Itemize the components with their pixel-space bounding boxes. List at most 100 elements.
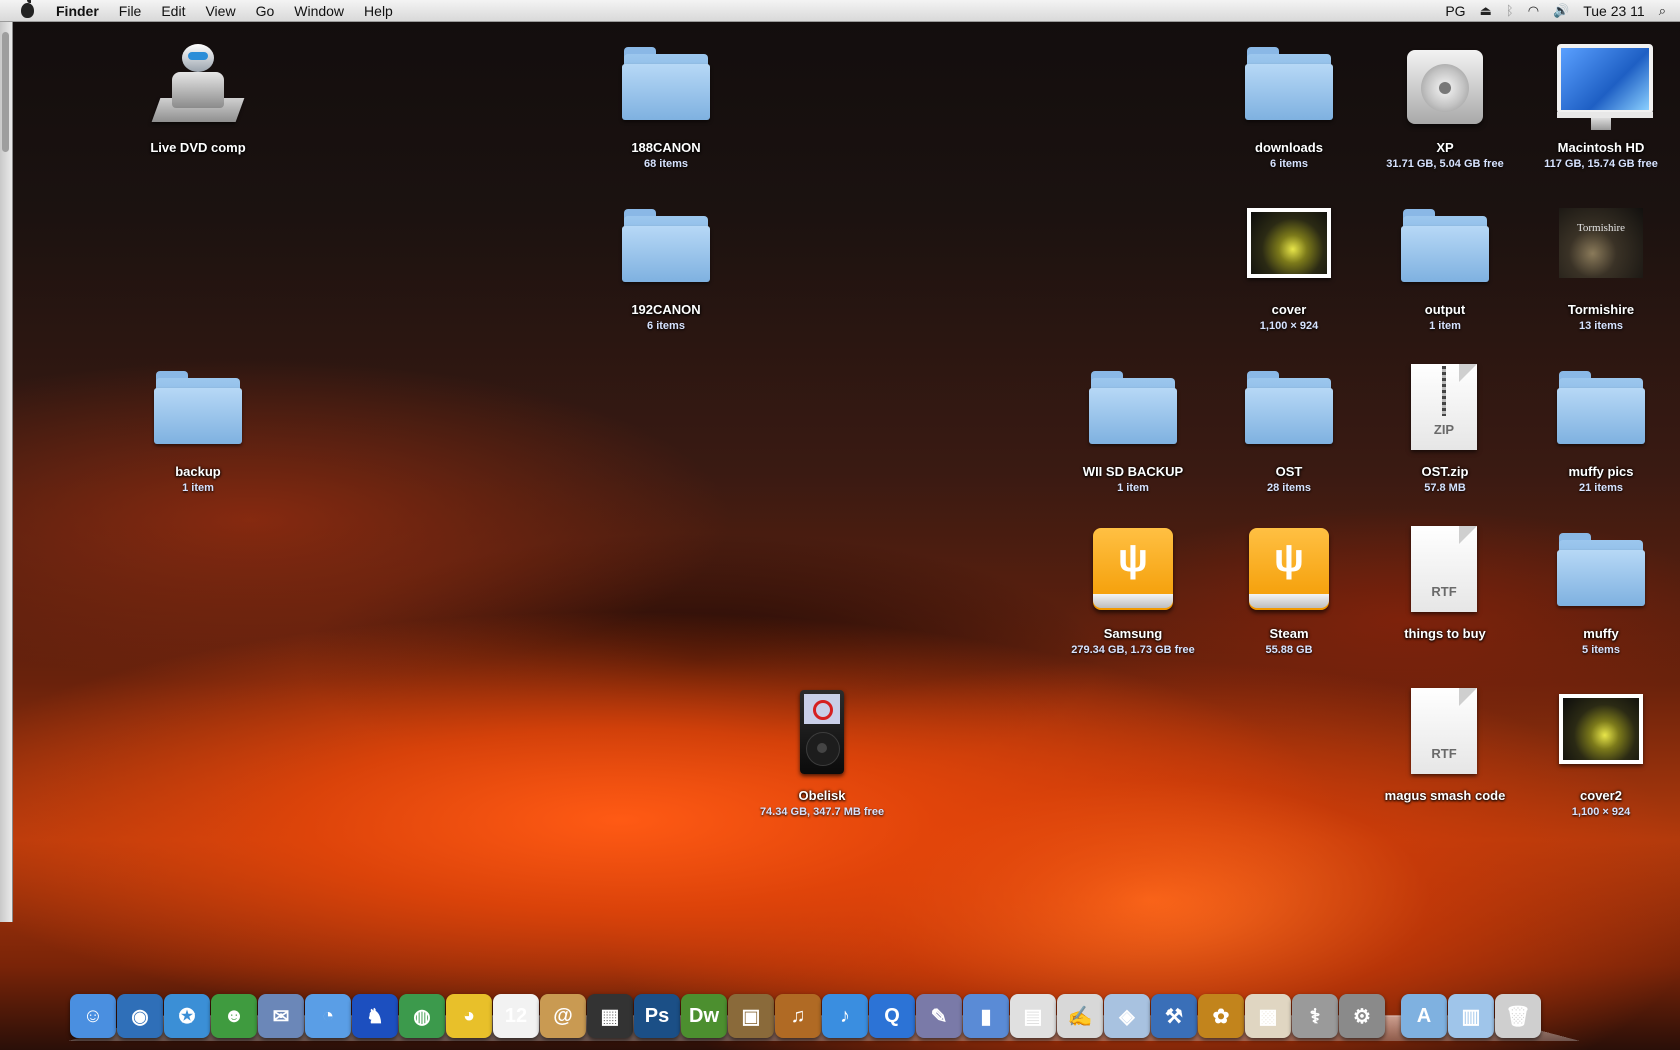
icon-label: muffy pics xyxy=(1568,464,1634,479)
spotlight-icon[interactable]: ⌕ xyxy=(1659,3,1666,19)
ichat-icon[interactable]: ◔ xyxy=(305,994,351,1038)
icon-label: downloads xyxy=(1255,140,1323,155)
messenger-icon[interactable]: ☻ xyxy=(211,994,257,1038)
rtf-document-icon: RTF xyxy=(1397,686,1493,782)
itunes-icon[interactable]: ♪ xyxy=(822,994,868,1038)
disk-utility-icon[interactable]: ⚕ xyxy=(1292,994,1338,1038)
desktop-icon-cover[interactable]: cover 1,100 × 924 xyxy=(1214,200,1364,332)
desktop-icon-muffy-pics[interactable]: muffy pics 21 items xyxy=(1526,362,1676,494)
automator-icon xyxy=(150,38,246,134)
menu-view[interactable]: View xyxy=(195,3,245,19)
trash-icon[interactable]: 🗑 xyxy=(1495,994,1541,1038)
desktop-icon-ost-zip[interactable]: ZIP OST.zip 57.8 MB xyxy=(1370,362,1520,494)
apple-menu[interactable] xyxy=(16,0,38,21)
desktop-icon-steam[interactable]: ψ Steam 55.88 GB xyxy=(1214,524,1364,656)
dock-glyph: ▮ xyxy=(980,1005,992,1028)
dreamweaver-icon[interactable]: Dw xyxy=(681,994,727,1038)
script-icon[interactable]: ✎ xyxy=(916,994,962,1038)
finder-icon[interactable]: ☺ xyxy=(70,994,116,1038)
desktop-icon-ost[interactable]: OST 28 items xyxy=(1214,362,1364,494)
icon-info: 1,100 × 924 xyxy=(1571,806,1631,818)
desktop-icon-tormishire[interactable]: Tormishire Tormishire 13 items xyxy=(1526,200,1676,332)
desktop-icon-192canon[interactable]: 192CANON 6 items xyxy=(591,200,741,332)
address-book-icon[interactable]: @ xyxy=(540,994,586,1038)
textedit-icon[interactable]: ✍ xyxy=(1057,994,1103,1038)
desktop-icon-macintosh-hd[interactable]: Macintosh HD 117 GB, 15.74 GB free xyxy=(1526,38,1676,170)
xcode-icon[interactable]: ⚒ xyxy=(1151,994,1197,1038)
menu-file[interactable]: File xyxy=(109,3,152,19)
menu-edit[interactable]: Edit xyxy=(151,3,195,19)
dashboard-icon[interactable]: ◉ xyxy=(117,994,163,1038)
guitar-icon[interactable]: ♫ xyxy=(775,994,821,1038)
dock-glyph: ⚙ xyxy=(1353,1005,1371,1028)
menu-go[interactable]: Go xyxy=(246,3,285,19)
desktop-icon-things-to-buy[interactable]: RTF things to buy xyxy=(1370,524,1520,641)
input-menu[interactable]: PG xyxy=(1445,3,1465,19)
frog-icon[interactable]: ♞ xyxy=(352,994,398,1038)
icon-label: Macintosh HD xyxy=(1557,140,1645,155)
dock-glyph: ✪ xyxy=(178,1005,196,1028)
safari-icon[interactable]: ✪ xyxy=(164,994,210,1038)
dock-glyph: ☺ xyxy=(82,1004,104,1027)
eject-icon[interactable]: ⏏ xyxy=(1480,3,1492,19)
desktop-icon-output[interactable]: output 1 item xyxy=(1370,200,1520,332)
chart-app-icon[interactable]: ▮ xyxy=(963,994,1009,1038)
preview-icon[interactable]: ◈ xyxy=(1104,994,1150,1038)
icon-info: 117 GB, 15.74 GB free xyxy=(1544,158,1658,170)
desktop-icon-samsung[interactable]: ψ Samsung 279.34 GB, 1.73 GB free xyxy=(1058,524,1208,656)
desktop-icon-wii-sd-backup[interactable]: WII SD BACKUP 1 item xyxy=(1058,362,1208,494)
icon-info: 1 item xyxy=(1429,320,1461,332)
desktop-icon-xp[interactable]: XP 31.71 GB, 5.04 GB free xyxy=(1370,38,1520,170)
desktop-icon-obelisk[interactable]: Obelisk 74.34 GB, 347.7 MB free xyxy=(747,686,897,818)
icon-info: 279.34 GB, 1.73 GB free xyxy=(1071,644,1195,656)
applications-folder-icon[interactable]: A xyxy=(1401,994,1447,1038)
usb-drive-icon: ψ xyxy=(1241,524,1337,620)
dock-glyph: ✍ xyxy=(1067,1005,1093,1028)
image-thumbnail-icon xyxy=(1241,200,1337,296)
gear-icon[interactable]: ⚙ xyxy=(1339,994,1385,1038)
icon-info: 55.88 GB xyxy=(1265,644,1313,656)
wifi-icon[interactable]: ◠ xyxy=(1528,3,1539,19)
volume-icon[interactable]: 🔊 xyxy=(1553,3,1569,19)
menu-finder[interactable]: Finder xyxy=(46,3,109,19)
icon-info: 31.71 GB, 5.04 GB free xyxy=(1386,158,1504,170)
left-scroll-strip[interactable] xyxy=(0,22,13,922)
album-title-text: Tormishire xyxy=(1576,222,1626,234)
icon-label: magus smash code xyxy=(1384,788,1506,803)
folder-icon xyxy=(150,362,246,458)
menubar-clock[interactable]: Tue 23 11 xyxy=(1583,3,1645,19)
icon-label: cover xyxy=(1271,302,1307,317)
pineapple-icon[interactable]: ✿ xyxy=(1198,994,1244,1038)
desktop-icon-muffy[interactable]: muffy 5 items xyxy=(1526,524,1676,656)
folder-icon xyxy=(618,200,714,296)
book-icon[interactable]: ▤ xyxy=(1010,994,1056,1038)
photoshop-icon[interactable]: Ps xyxy=(634,994,680,1038)
mail-stamp-icon[interactable]: ✉ xyxy=(258,994,304,1038)
dock: ☺ ◉ ✪ ☻ ✉ ◔ ♞ ◍ ◕ 12 @ ▦ Ps Dw ▣ ♫ ♪ Q ✎ ▮ ▤ ✍ ◈ ⚒ ✿ ▩ ⚕ ⚙ A ▥ 🗑 xyxy=(70,990,1580,1038)
menu-window[interactable]: Window xyxy=(284,3,354,19)
toast-icon[interactable]: ▩ xyxy=(1245,994,1291,1038)
bluetooth-icon[interactable]: ᛒ xyxy=(1506,3,1514,18)
desktop-icon-188canon[interactable]: 188CANON 68 items xyxy=(591,38,741,170)
calendar-icon[interactable]: 12 xyxy=(493,994,539,1038)
desktop-icon-downloads[interactable]: downloads 6 items xyxy=(1214,38,1364,170)
menu-bar: Finder File Edit View Go Window Help PG … xyxy=(0,0,1680,22)
desktop-icon-live-dvd-comp[interactable]: Live DVD comp xyxy=(123,38,273,155)
duck-icon[interactable]: ◕ xyxy=(446,994,492,1038)
dock-glyph: ✿ xyxy=(1212,1005,1230,1028)
quicktime-icon[interactable]: Q xyxy=(869,994,915,1038)
desktop-icon-magus-smash-code[interactable]: RTF magus smash code xyxy=(1370,686,1520,803)
dock-glyph: ♞ xyxy=(366,1005,384,1028)
iphoto-icon[interactable]: ▣ xyxy=(728,994,774,1038)
icon-label: output xyxy=(1424,302,1466,317)
desktop-icon-backup[interactable]: backup 1 item xyxy=(123,362,273,494)
icon-label: OST xyxy=(1275,464,1303,479)
menu-help[interactable]: Help xyxy=(354,3,403,19)
desktop-icon-cover2[interactable]: cover2 1,100 × 924 xyxy=(1526,686,1676,818)
documents-stack-icon[interactable]: ▥ xyxy=(1448,994,1494,1038)
rtf-document-icon: RTF xyxy=(1397,524,1493,620)
clapboard-icon[interactable]: ▦ xyxy=(587,994,633,1038)
globe-icon[interactable]: ◍ xyxy=(399,994,445,1038)
icon-label: 192CANON xyxy=(631,302,701,317)
scroll-knob[interactable] xyxy=(2,32,9,152)
